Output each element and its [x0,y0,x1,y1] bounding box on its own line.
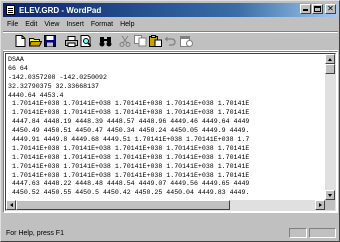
scroll-right-button[interactable] [315,200,325,210]
text-line[interactable]: 66 64 [8,65,324,74]
title-bar[interactable]: ELEV.GRD - WordPad ✕ [3,3,338,17]
status-bar: For Help, press F1 [3,227,338,239]
horizontal-scroll-thumb[interactable] [16,200,230,210]
scrollbar-corner [325,200,335,210]
arrow-down-icon [328,194,332,197]
text-line[interactable]: 1.70141E+038 1.70141E+038 1.70141E+038 1… [8,172,324,181]
document-area[interactable]: DSAA 66 64 -142.0357208 -142.0250092 32.327… [3,51,338,213]
text-line[interactable]: 4447.63 4448.22 4448.48 4448.54 4449.07 … [8,180,324,189]
find-binoculars-icon[interactable] [98,35,112,47]
arrow-right-icon [319,203,322,207]
status-panel-1 [289,228,307,238]
text-line[interactable]: DSAA [8,56,324,65]
print-icon[interactable] [64,35,78,47]
window-title: ELEV.GRD - WordPad [19,5,102,15]
menu-bar: File Edit View Insert Format Help [3,18,338,30]
vertical-scrollbar[interactable] [325,54,335,200]
paste-icon[interactable] [148,35,162,47]
text-line[interactable]: 32.32790375 32.33668137 [8,83,324,92]
scroll-left-button[interactable] [6,200,16,210]
text-line[interactable]: -142.0357208 -142.0250092 [8,74,324,83]
wordpad-app-icon[interactable] [6,5,15,15]
text-line[interactable]: 4447.84 4448.19 4448.39 4448.57 4448.96 … [8,118,324,127]
open-folder-icon[interactable] [28,35,42,47]
save-disk-icon[interactable] [43,35,57,47]
arrow-up-icon [328,58,332,61]
text-line[interactable]: 1.70141E+038 1.70141E+038 1.70141E+038 1… [8,154,324,163]
vertical-scroll-thumb[interactable] [325,64,335,74]
close-button[interactable]: ✕ [325,4,336,14]
text-line[interactable]: 4440.64 4453.4 [8,92,324,101]
text-line[interactable]: 4450.49 4450.51 4450.47 4450.34 4450.24 … [8,127,324,136]
maximize-button[interactable] [312,4,323,14]
scroll-down-button[interactable] [325,190,335,200]
copy-icon[interactable] [133,35,147,47]
cut-scissors-icon[interactable] [118,35,132,47]
menu-insert[interactable]: Insert [63,21,87,28]
menu-help[interactable]: Help [117,21,137,28]
new-document-icon[interactable] [13,35,27,47]
text-line[interactable]: 4449.91 4449.8 4449.68 4449.51 1.70141E+… [8,136,324,145]
menu-edit[interactable]: Edit [22,21,40,28]
status-text: For Help, press F1 [6,229,64,237]
text-line[interactable]: 4450.52 4450.55 4450.5 4450.42 4450.25 4… [8,189,324,198]
document-text[interactable]: DSAA 66 64 -142.0357208 -142.0250092 32.327… [8,56,324,199]
undo-icon[interactable] [163,35,177,47]
menu-view[interactable]: View [41,21,62,28]
text-line[interactable]: 1.70141E+038 1.70141E+038 1.70141E+038 1… [8,163,324,172]
toolbar [3,31,338,51]
text-line[interactable]: 1.70141E+038 1.70141E+038 1.70141E+038 1… [8,109,324,118]
menu-file[interactable]: File [4,21,21,28]
text-line[interactable]: 1.70141E+038 1.70141E+038 1.70141E+038 1… [8,100,324,109]
print-preview-icon[interactable] [79,35,93,47]
scroll-up-button[interactable] [325,54,335,64]
status-panel-2 [309,228,336,238]
wordpad-window: ELEV.GRD - WordPad ✕ File Edit View Inse… [0,0,340,242]
menu-format[interactable]: Format [88,21,116,28]
text-line[interactable]: 1.70141E+038 1.70141E+038 1.70141E+038 1… [8,145,324,154]
arrow-left-icon [10,203,13,207]
minimize-button[interactable] [300,4,311,14]
horizontal-scrollbar[interactable] [6,200,325,210]
insert-datetime-icon[interactable] [179,35,193,47]
